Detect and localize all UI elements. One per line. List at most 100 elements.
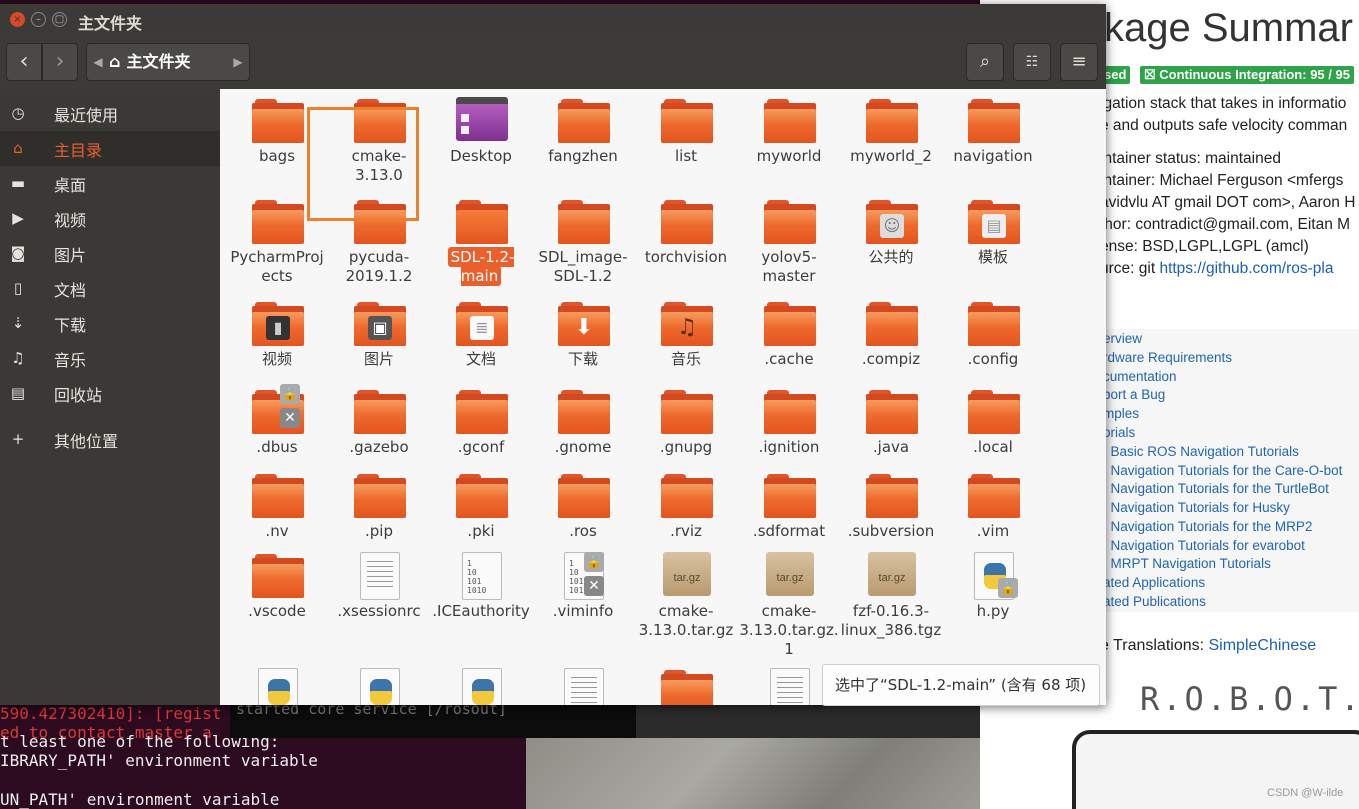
folder-image-icon: ▣ (354, 300, 406, 346)
folder-icon (866, 97, 918, 143)
folder-icon (661, 97, 713, 143)
toc-link[interactable]: ated Publications (1103, 594, 1206, 609)
document-icon: ▯ (13, 279, 23, 297)
minimize-icon[interactable]: – (31, 12, 46, 27)
toc-link[interactable]: cumentation (1103, 369, 1177, 384)
toc-link[interactable]: mples (1103, 406, 1139, 421)
file-name: 模板 (977, 248, 1008, 266)
terminal-line: UN_PATH' environment variable (0, 790, 280, 809)
watermark: CSDN @W-ilde (1267, 787, 1344, 799)
sidebar-item[interactable]: ▶ 视频 (0, 201, 220, 236)
source-link[interactable]: https://github.com/ros-pla (1159, 260, 1333, 277)
file-item[interactable]: .xsessionrc (328, 544, 430, 644)
file-item[interactable] (430, 664, 532, 705)
sidebar-item[interactable]: ▯ 文档 (0, 271, 220, 306)
sidebar-item[interactable]: ▬ 桌面 (0, 166, 220, 201)
file-name: navigation (953, 147, 1033, 165)
file-item[interactable]: .config (942, 292, 1044, 392)
wiki-line: e and outputs safe velocity comman (1100, 117, 1348, 134)
forward-button[interactable]: › (42, 43, 78, 81)
pathbar-right-arrow[interactable]: ▶ (229, 44, 247, 80)
file-item[interactable]: ♫ 音乐 (635, 292, 737, 392)
sidebar-item[interactable]: ♫ 音乐 (0, 341, 220, 376)
sidebar-item[interactable]: ⌂ 主目录 (0, 131, 220, 166)
file-item[interactable]: 1 10 101 1010 .ICEauthority (430, 544, 532, 644)
overlay-terminal: started core service [/rosout] (230, 700, 636, 738)
wiki-line: avidvlu AT gmail DOT com>, Aaron H (1100, 194, 1356, 211)
sidebar-item[interactable]: ◷ 最近使用 (0, 96, 220, 131)
file-item[interactable]: .cache (738, 292, 840, 392)
folder-icon (558, 198, 610, 244)
menu-button[interactable]: ≡ (1060, 43, 1098, 81)
file-item[interactable]: tar.gz cmake-3.13.0.tar.gz (635, 544, 737, 644)
clock-icon: ◷ (11, 104, 25, 122)
folder-icon (354, 388, 406, 434)
pathbar-home[interactable]: ⌂ 主文件夹 (109, 44, 190, 80)
sidebar-item[interactable]: ▤ 回收站 (0, 376, 220, 411)
toc-link[interactable]: erview (1103, 331, 1142, 346)
search-button[interactable]: ⌕ (966, 43, 1004, 81)
toc-link[interactable]: . Navigation Tutorials for Husky (1103, 500, 1290, 515)
file-item[interactable]: Desktop (430, 89, 532, 189)
location-pathbar[interactable]: ◀ ⌂ 主文件夹 ▶ (86, 43, 250, 81)
file-item[interactable]: navigation (942, 89, 1044, 189)
file-item[interactable]: SDL_image-SDL-1.2 (532, 190, 634, 290)
file-name: 视频 (261, 350, 292, 368)
home-icon: ⌂ (13, 139, 23, 157)
toc-link[interactable]: . Navigation Tutorials for the TurtleBot (1103, 481, 1329, 496)
file-item[interactable]: 1 10 101 1010 🔒 ✕ .viminfo (532, 544, 634, 644)
badge-ci[interactable]: ☒ Continuous Integration: 95 / 95 (1140, 66, 1354, 84)
file-item[interactable]: ≣ 文档 (430, 292, 532, 392)
folder-icon (252, 97, 304, 143)
file-item[interactable]: ▮ 视频 (226, 292, 328, 392)
file-name: .viminfo (552, 602, 614, 620)
file-item[interactable]: ⬇ 下载 (532, 292, 634, 392)
file-item[interactable] (635, 664, 737, 705)
file-item[interactable]: ▤ 模板 (942, 190, 1044, 290)
file-item[interactable] (226, 664, 328, 705)
title-bar[interactable]: × – ▢ 主文件夹 (0, 4, 1106, 35)
file-item[interactable]: 🔒 h.py (942, 544, 1044, 644)
file-item[interactable]: .compiz (840, 292, 942, 392)
file-item[interactable]: fangzhen (532, 89, 634, 189)
file-item[interactable]: tar.gz fzf-0.16.3-linux_386.tgz (840, 544, 942, 644)
toc-link[interactable]: . Navigation Tutorials for evarobot (1103, 538, 1305, 553)
view-mode-button[interactable]: ☷ (1013, 43, 1051, 81)
toc-link[interactable]: . MRPT Navigation Tutorials (1103, 556, 1271, 571)
file-item[interactable]: yolov5-master (738, 190, 840, 290)
toc-link[interactable]: . Basic ROS Navigation Tutorials (1103, 444, 1299, 459)
file-item[interactable] (328, 664, 430, 705)
file-item[interactable]: tar.gz cmake-3.13.0.tar.gz.1 (738, 544, 840, 658)
toc-link[interactable]: rdware Requirements (1103, 350, 1232, 365)
file-name: 下载 (567, 350, 598, 368)
file-name: .rviz (670, 522, 702, 540)
close-icon[interactable]: × (10, 12, 25, 27)
file-item[interactable] (532, 664, 634, 705)
folder-icon (968, 97, 1020, 143)
terminal-line: 590.427302410]: [regist (0, 704, 222, 723)
toc-link[interactable]: . Navigation Tutorials for the Care-O-bo… (1103, 463, 1342, 478)
maximize-icon[interactable]: ▢ (52, 12, 67, 27)
back-button[interactable]: ‹ (6, 43, 42, 81)
sidebar-item[interactable]: ⇣ 下载 (0, 306, 220, 341)
toc-link[interactable]: . Navigation Tutorials for the MRP2 (1103, 519, 1312, 534)
translation-link[interactable]: SimpleChinese (1209, 637, 1317, 654)
file-item[interactable]: ▣ 图片 (328, 292, 430, 392)
pathbar-left-arrow[interactable]: ◀ (89, 44, 107, 80)
file-item[interactable]: myworld_2 (840, 89, 942, 189)
sidebar-item[interactable]: ◙ 图片 (0, 236, 220, 271)
toc-link[interactable]: orials (1103, 425, 1135, 440)
toc-link[interactable]: ated Applications (1103, 575, 1205, 590)
sidebar-item-label: 图片 (54, 246, 87, 265)
file-item[interactable]: torchvision (635, 190, 737, 290)
folder-icon (252, 198, 304, 244)
toc-link[interactable]: port a Bug (1103, 387, 1165, 402)
file-item[interactable]: ☺ 公共的 (840, 190, 942, 290)
file-item[interactable]: list (635, 89, 737, 189)
folder-icon (661, 668, 713, 705)
sidebar-item[interactable]: + 其他位置 (0, 422, 220, 457)
music-icon: ♫ (11, 349, 25, 367)
file-item[interactable]: .vscode (226, 544, 328, 644)
file-item[interactable]: myworld (738, 89, 840, 189)
file-item[interactable]: SDL-1.2-main (430, 190, 532, 290)
